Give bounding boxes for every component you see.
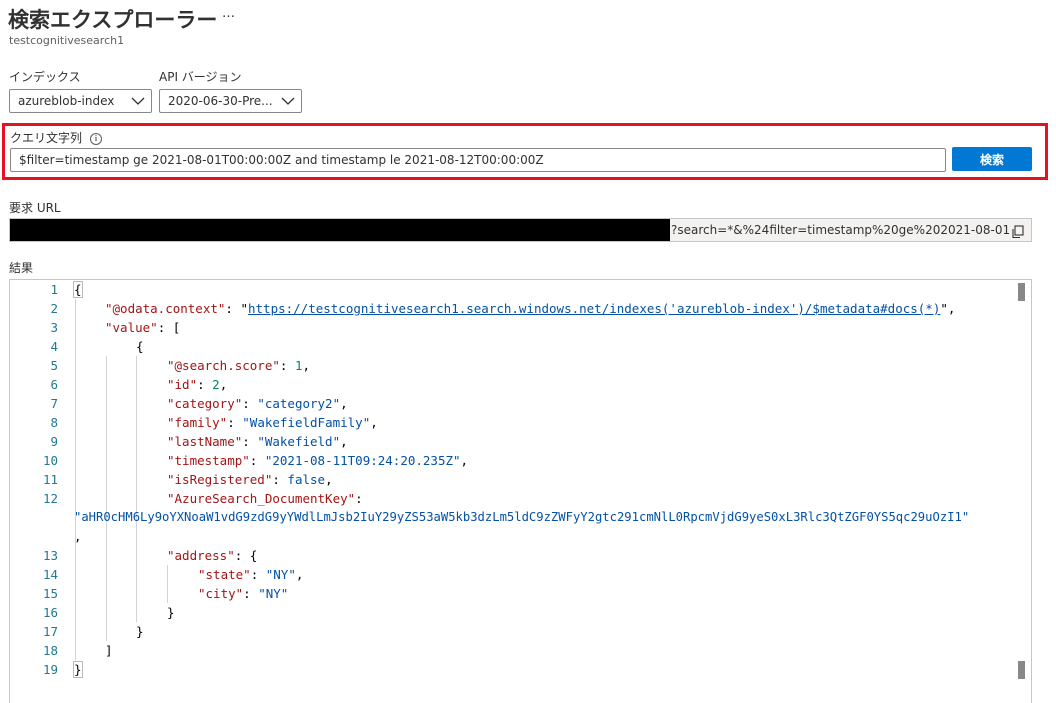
code-line: "@search.score": 1, — [167, 358, 311, 373]
indent-guide — [75, 299, 76, 660]
search-button[interactable]: 検索 — [952, 147, 1032, 171]
code-line: } — [136, 624, 144, 639]
results-label: 結果 — [9, 261, 34, 275]
index-label: インデックス — [9, 70, 81, 84]
line-number: 2 — [50, 301, 58, 316]
line-number: 9 — [50, 434, 58, 449]
copy-icon[interactable] — [1011, 224, 1025, 239]
line-number: 4 — [50, 339, 58, 354]
line-number: 18 — [42, 643, 58, 658]
code-line: "lastName": "Wakefield", — [167, 434, 348, 449]
code-line: { — [73, 281, 83, 298]
code-line: } — [167, 605, 175, 620]
request-url-text: ?search=*&%24filter=timestamp%20ge%20202… — [671, 223, 1009, 237]
code-line: "state": "NY", — [198, 567, 304, 582]
request-url-label: 要求 URL — [9, 201, 61, 215]
line-number: 11 — [42, 472, 58, 487]
indent-guide — [167, 565, 168, 603]
line-number: 12 — [42, 491, 58, 506]
api-version-dropdown-value: 2020-06-30-Pre... — [168, 94, 273, 108]
code-line: ] — [105, 643, 113, 658]
chevron-down-icon — [275, 90, 301, 112]
line-number: 5 — [50, 358, 58, 373]
code-line: } — [73, 661, 83, 678]
code-line: , — [74, 529, 82, 544]
scrollbar-marker — [1018, 283, 1025, 301]
api-version-dropdown[interactable]: 2020-06-30-Pre... — [159, 89, 302, 113]
code-line: "family": "WakefieldFamily", — [167, 415, 378, 430]
code-line: "@odata.context": "https://testcognitive… — [105, 301, 956, 316]
line-number: 1 — [50, 282, 58, 297]
code-line: "timestamp": "2021-08-11T09:24:20.235Z", — [167, 453, 469, 468]
scrollbar-marker — [1018, 661, 1025, 679]
code-line: "category": "category2", — [167, 396, 348, 411]
chevron-down-icon — [125, 90, 151, 112]
line-number: 13 — [42, 548, 58, 563]
info-icon[interactable]: i — [90, 132, 103, 145]
request-url-field[interactable]: ?search=*&%24filter=timestamp%20ge%20202… — [9, 218, 1032, 242]
indent-guide — [136, 356, 137, 622]
page-title: 検索エクスプローラー — [8, 8, 218, 32]
more-options-button[interactable]: … — [222, 6, 236, 21]
code-line: "id": 2, — [167, 377, 228, 392]
index-dropdown-value: azureblob-index — [18, 94, 115, 108]
api-version-label: API バージョン — [159, 70, 242, 84]
line-number: 8 — [50, 415, 58, 430]
odata-context-link[interactable]: https://testcognitivesearch1.search.wind… — [248, 301, 940, 316]
line-number: 14 — [42, 567, 58, 582]
code-line: "value": [ — [105, 320, 181, 335]
index-dropdown[interactable]: azureblob-index — [9, 89, 152, 113]
query-label: クエリ文字列 i — [10, 129, 103, 146]
line-number: 3 — [50, 320, 58, 335]
line-number: 17 — [42, 624, 58, 639]
line-number: 10 — [42, 453, 58, 468]
line-number: 15 — [42, 586, 58, 601]
query-input[interactable]: $filter=timestamp ge 2021-08-01T00:00:00… — [10, 148, 946, 172]
query-label-text: クエリ文字列 — [10, 131, 83, 145]
line-number: 19 — [42, 662, 58, 677]
code-line: "isRegistered": false, — [167, 472, 333, 487]
line-number: 7 — [50, 396, 58, 411]
code-line: "aHR0cHM6Ly9oYXNoaW1vdG9zdG9yYWdlLmJsb2I… — [74, 510, 970, 524]
code-line: "address": { — [167, 548, 258, 563]
indent-guide — [106, 356, 107, 641]
code-line: { — [136, 339, 144, 354]
line-number: 16 — [42, 605, 58, 620]
code-line: "AzureSearch_DocumentKey": — [167, 491, 363, 506]
editor-scrollbar[interactable] — [1018, 281, 1025, 701]
service-name: testcognitivesearch1 — [9, 34, 125, 47]
results-editor[interactable]: 1 2 3 4 5 6 7 8 9 10 11 12 13 14 15 16 1… — [9, 279, 1032, 703]
line-number: 6 — [50, 377, 58, 392]
redacted-block — [10, 219, 670, 241]
code-line: "city": "NY" — [198, 586, 289, 601]
